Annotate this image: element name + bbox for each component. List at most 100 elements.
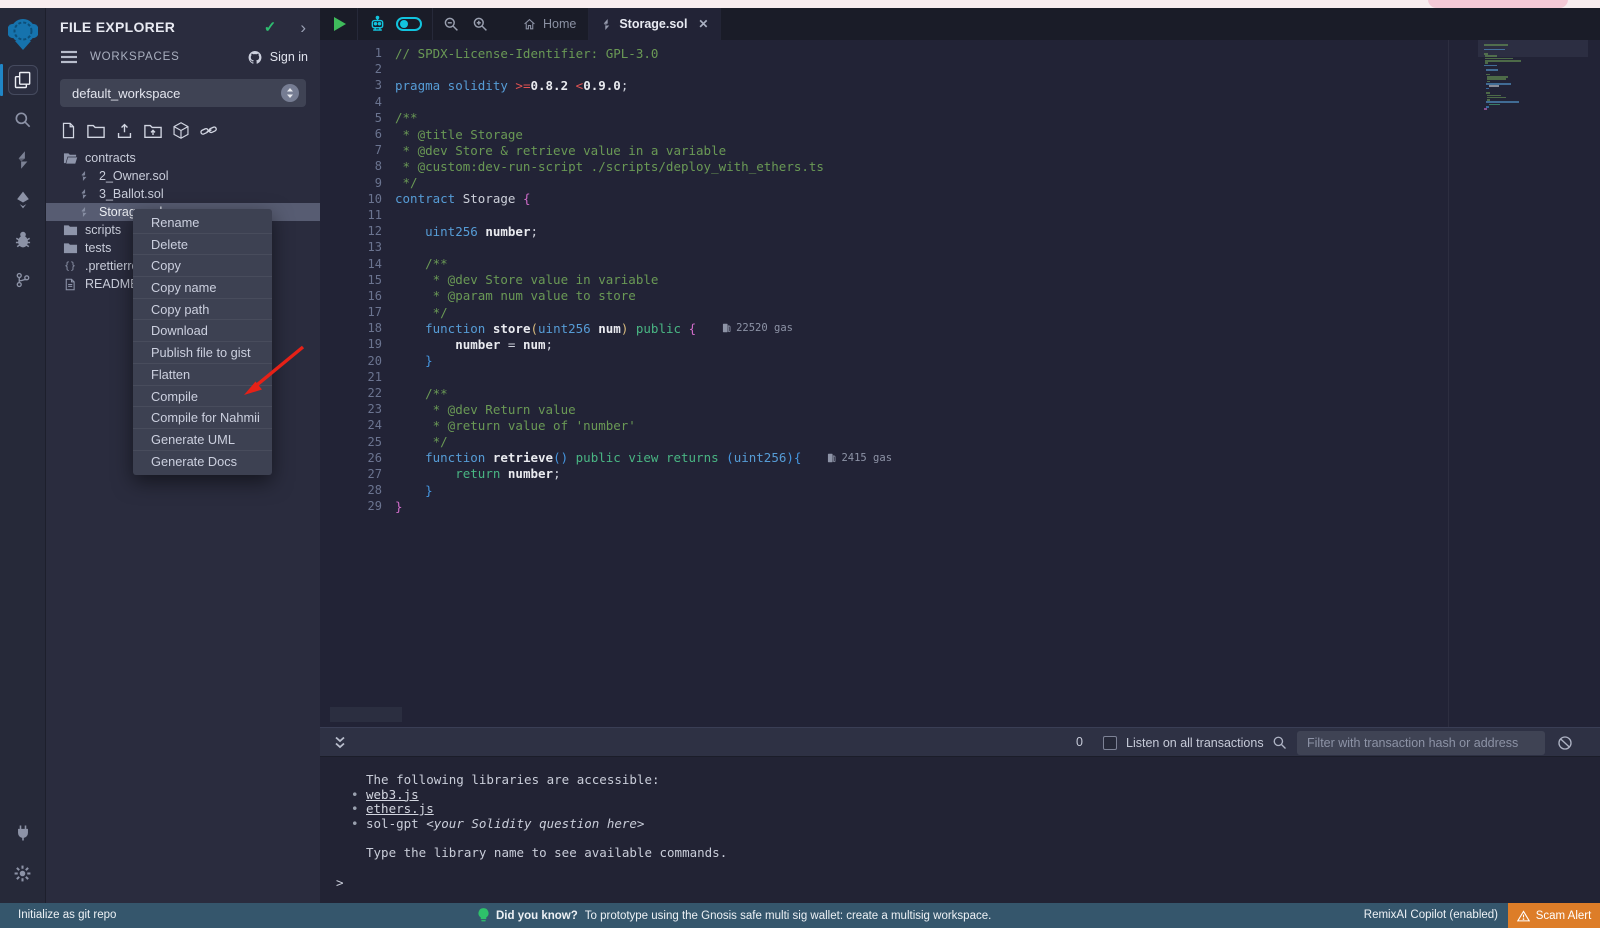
solidity-icon [76,188,92,200]
menu-item-flatten[interactable]: Flatten [133,364,272,386]
gear-icon [13,864,32,883]
solidity-icon [76,206,92,218]
transaction-filter-input[interactable] [1297,731,1545,755]
line-number: 25 [320,435,382,449]
terminal-line: The following libraries are accessible: [320,773,1600,788]
menu-item-copy[interactable]: Copy [133,255,272,277]
sidebar-item-settings[interactable] [0,853,46,893]
folder-icon [62,223,78,237]
line-number: 27 [320,467,382,481]
hamburger-menu-icon[interactable] [61,50,77,64]
code-line-5: 5/** [320,110,1600,126]
menu-item-delete[interactable]: Delete [133,234,272,256]
menu-item-generate-uml[interactable]: Generate UML [133,429,272,451]
horizontal-scrollbar-thumb[interactable] [330,707,402,722]
code-line-11: 11 [320,207,1600,223]
menu-item-rename[interactable]: Rename [133,212,272,234]
tab-home[interactable]: Home [511,8,589,40]
tip-title: Did you know? [496,910,578,922]
tree-item-3-ballot-sol[interactable]: 3_Ballot.sol [46,185,320,203]
new-file-icon[interactable] [61,122,76,139]
code-line-14: 14 /** [320,255,1600,271]
minimap[interactable] [1478,40,1588,727]
sign-in-button[interactable]: Sign in [270,50,308,64]
tab-storage-sol[interactable]: Storage.sol ✕ [589,8,721,40]
chevron-right-icon[interactable]: › [300,19,306,36]
import-link-icon[interactable] [200,122,218,139]
line-number: 21 [320,370,382,384]
braces-icon: {} [62,261,78,272]
ai-assistant-icon[interactable] [368,15,387,34]
check-icon: ✓ [264,18,277,36]
zoom-in-icon[interactable] [472,16,488,32]
workspace-select-arrows-icon[interactable] [281,84,299,102]
code-line-2: 2 [320,61,1600,77]
upload-file-icon[interactable] [116,122,133,139]
workspaces-label: WORKSPACES [90,51,247,63]
bug-icon [13,230,33,250]
collapse-terminal-icon[interactable] [334,736,346,749]
line-number: 9 [320,176,382,190]
terminal-prompt[interactable]: > [320,875,1600,890]
zoom-out-icon[interactable] [443,16,459,32]
sidebar-item-plugin-manager[interactable] [0,813,46,853]
line-number: 5 [320,111,382,125]
library-link[interactable]: web3.js [366,787,419,802]
menu-item-publish-file-to-gist[interactable]: Publish file to gist [133,342,272,364]
ai-copilot-toggle[interactable] [396,17,422,31]
line-number: 2 [320,62,382,76]
menu-item-generate-docs[interactable]: Generate Docs [133,451,272,473]
menu-item-compile-for-nahmii[interactable]: Compile for Nahmii [133,407,272,429]
sidebar-item-git[interactable] [0,260,46,300]
file-explorer-icon [8,65,38,95]
home-icon [523,18,536,31]
load-cube-icon[interactable] [173,122,189,139]
code-line-23: 23 * @dev Return value [320,401,1600,417]
search-icon [13,110,33,130]
tree-item-label: scripts [85,223,121,237]
terminal-output[interactable]: The following libraries are accessible:•… [320,757,1600,911]
code-line-19: 19 number = num; [320,336,1600,352]
git-branch-icon [14,271,32,289]
main-area: Home Storage.sol ✕ 1// SPDX-License-Iden… [320,8,1600,903]
line-number: 10 [320,192,382,206]
clear-terminal-icon[interactable] [1557,735,1573,751]
tree-item-contracts[interactable]: contracts [46,149,320,167]
line-number: 1 [320,46,382,60]
browser-edge-strip [0,0,1600,8]
sidebar-item-search[interactable] [0,100,46,140]
menu-item-compile[interactable]: Compile [133,386,272,408]
menu-item-download[interactable]: Download [133,320,272,342]
close-tab-icon[interactable]: ✕ [698,17,708,31]
line-number: 17 [320,305,382,319]
line-number: 16 [320,289,382,303]
line-number: 22 [320,386,382,400]
terminal-line: Type the library name to see available c… [320,846,1600,861]
sidebar-item-file-explorer[interactable] [0,60,46,100]
code-line-1: 1// SPDX-License-Identifier: GPL-3.0 [320,45,1600,61]
terminal-line: •web3.js [320,788,1600,803]
git-init-button[interactable]: Initialize as git repo [18,909,116,921]
upload-folder-icon[interactable] [144,122,162,139]
code-line-27: 27 return number; [320,466,1600,482]
listen-checkbox[interactable] [1103,736,1117,750]
line-number: 6 [320,127,382,141]
copilot-status[interactable]: RemixAI Copilot (enabled) [1364,909,1498,921]
code-editor[interactable]: 1// SPDX-License-Identifier: GPL-3.023pr… [320,40,1600,727]
new-folder-icon[interactable] [87,122,105,139]
listen-label: Listen on all transactions [1126,736,1264,750]
menu-item-copy-name[interactable]: Copy name [133,277,272,299]
scam-alert-button[interactable]: Scam Alert [1508,903,1600,928]
sidebar-item-debugger[interactable] [0,220,46,260]
tree-item-label: 3_Ballot.sol [99,187,164,201]
panel-header: FILE EXPLORER ✓ › [46,8,320,44]
library-link[interactable]: ethers.js [366,801,434,816]
sidebar-item-solidity-compiler[interactable] [0,140,46,180]
code-line-18: 18 function store(uint256 num) public {2… [320,320,1600,336]
sidebar-item-deploy-run[interactable] [0,180,46,220]
run-script-button[interactable] [333,16,347,32]
menu-item-copy-path[interactable]: Copy path [133,299,272,321]
tree-item-2-owner-sol[interactable]: 2_Owner.sol [46,167,320,185]
workspace-select[interactable]: default_workspace [60,79,306,107]
code-line-22: 22 /** [320,385,1600,401]
